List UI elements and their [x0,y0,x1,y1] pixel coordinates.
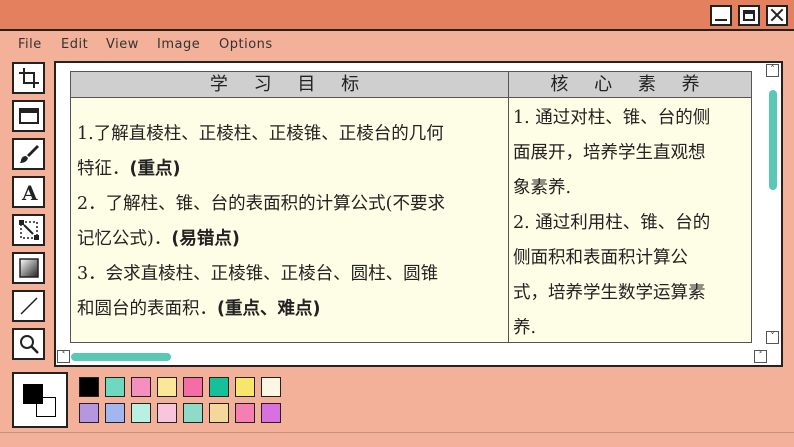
color-swatch[interactable] [105,377,125,397]
menu-edit[interactable]: Edit [61,37,88,52]
maximize-icon[interactable] [738,5,760,26]
menu-bar: File Edit View Image Options [0,33,794,57]
color-swatch[interactable] [131,377,151,397]
brush-tool[interactable] [12,138,45,170]
learning-objectives-column: 学 习 目 标 1.了解直棱柱、正棱柱、正棱锥、正棱台的几何 特征．(重点) 2… [71,72,509,342]
objective-2-line-2: 记忆公式)．(易错点) [77,222,504,257]
menu-options[interactable]: Options [219,37,273,52]
crop-icon [18,68,39,88]
scroll-down-icon[interactable]: ˅ [766,331,779,344]
objective-3-line-2: 和圆台的表面积．(重点、难点) [77,292,504,327]
learning-objectives-body: 1.了解直棱柱、正棱柱、正棱锥、正棱台的几何 特征．(重点) 2．了解柱、锥、台… [71,98,508,327]
scroll-up-icon[interactable]: ˄ [766,64,779,77]
line-tool[interactable] [12,290,45,322]
core-literacy-header: 核 心 素 养 [509,72,751,98]
literacy-line: 1. 通过对柱、锥、台的侧 [513,108,711,128]
title-bar [0,0,794,31]
color-swatch[interactable] [235,377,255,397]
transform-icon [18,220,39,240]
color-swatch[interactable] [235,403,255,423]
transform-tool[interactable] [12,214,45,246]
literacy-line: 面展开，培养学生直观想 [513,143,706,163]
color-swatch[interactable] [79,377,99,397]
vertical-scroll-thumb[interactable] [769,90,777,190]
color-swatch[interactable] [261,403,281,423]
zoom-icon [19,335,39,354]
crop-tool[interactable] [12,62,45,94]
rectangle-select-icon [18,108,39,124]
objective-3-tag: (重点、难点) [217,299,321,319]
horizontal-scroll-thumb[interactable] [71,353,171,361]
menu-file[interactable]: File [18,37,42,52]
color-swatch[interactable] [261,377,281,397]
foreground-color[interactable] [23,384,43,404]
color-swatch[interactable] [183,377,203,397]
close-icon[interactable] [766,5,788,26]
gradient-icon [18,258,39,278]
text-tool[interactable]: A [12,176,45,208]
scroll-left-icon[interactable]: ˂ [57,350,70,363]
core-literacy-column: 核 心 素 养 1. 通过对柱、锥、台的侧 面展开，培养学生直观想 象素养. 2… [509,72,751,342]
color-swatch[interactable] [209,403,229,423]
brush-icon [19,145,39,163]
vertical-scrollbar[interactable]: ˄ ˅ [766,64,780,344]
objective-2-line-1: 2．了解柱、锥、台的表面积的计算公式(不要求 [77,194,445,214]
text-icon: A [21,181,38,203]
literacy-line: 2. 通过利用柱、锥、台的 [513,213,711,233]
color-swatch[interactable] [79,403,99,423]
active-colors[interactable] [12,372,68,428]
objective-1-text: 特征． [77,159,130,179]
objectives-table: 学 习 目 标 1.了解直棱柱、正棱柱、正棱锥、正棱台的几何 特征．(重点) 2… [70,71,752,343]
objective-2-text: 记忆公式)． [77,229,172,249]
objective-1-line-2: 特征．(重点) [77,152,504,187]
menu-image[interactable]: Image [157,37,200,52]
minimize-icon[interactable] [710,5,732,26]
svg-text:A: A [21,181,38,203]
literacy-line: 象素养. [513,178,572,198]
objective-1-tag: (重点) [129,159,181,179]
line-icon [19,297,38,315]
horizontal-scrollbar[interactable]: ˂ ˃ [57,350,767,364]
objective-1-line-1: 1.了解直棱柱、正棱柱、正棱锥、正棱台的几何 [77,124,444,144]
literacy-line: 养. [513,318,537,338]
color-swatch[interactable] [131,403,151,423]
zoom-tool[interactable] [12,328,45,360]
status-bar [0,432,794,447]
objective-2-tag: (易错点) [171,229,240,249]
color-swatch[interactable] [183,403,203,423]
gradient-tool[interactable] [12,252,45,284]
objective-3-line-1: 3．会求直棱柱、正棱锥、正棱台、圆柱、圆锥 [77,264,439,284]
learning-objectives-header: 学 习 目 标 [71,72,508,98]
canvas[interactable]: 学 习 目 标 1.了解直棱柱、正棱柱、正棱锥、正棱台的几何 特征．(重点) 2… [54,61,783,367]
color-swatch[interactable] [157,377,177,397]
objective-3-text: 和圆台的表面积． [77,299,217,319]
color-swatch[interactable] [157,403,177,423]
color-swatch[interactable] [209,377,229,397]
core-literacy-body: 1. 通过对柱、锥、台的侧 面展开，培养学生直观想 象素养. 2. 通过利用柱、… [509,98,751,346]
menu-view[interactable]: View [106,37,139,52]
color-swatch[interactable] [105,403,125,423]
scroll-right-icon[interactable]: ˃ [754,350,767,363]
literacy-line: 式，培养学生数学运算素 [513,283,706,303]
literacy-line: 侧面积和表面积计算公 [513,248,688,268]
rectangle-select-tool[interactable] [12,100,45,132]
